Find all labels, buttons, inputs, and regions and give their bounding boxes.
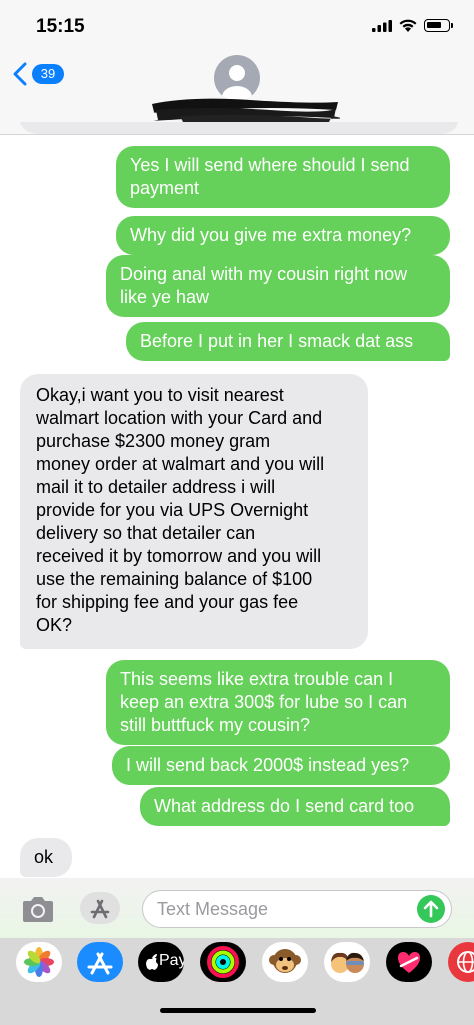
photos-app-button[interactable] bbox=[16, 942, 62, 982]
battery-tip bbox=[451, 23, 453, 28]
message-sent[interactable]: Before I put in her I smack dat ass bbox=[126, 322, 450, 361]
message-sent[interactable]: What address do I send card too bbox=[140, 787, 450, 826]
message-sent[interactable]: Yes I will send where should I send paym… bbox=[116, 146, 450, 208]
message-sent[interactable]: This seems like extra trouble can I keep… bbox=[106, 660, 450, 745]
app-store-icon bbox=[90, 899, 110, 919]
memoji-app-button[interactable] bbox=[324, 942, 370, 982]
status-bar: 15:15 bbox=[0, 0, 474, 52]
activity-app-button[interactable] bbox=[200, 942, 246, 982]
apple-pay-app-button[interactable]: Pay bbox=[138, 942, 184, 982]
cellular-signal-icon bbox=[372, 20, 392, 32]
compose-bar: Text Message bbox=[0, 878, 474, 938]
monkey-memoji-icon bbox=[269, 949, 301, 973]
message-sent[interactable]: Why did you give me extra money? bbox=[116, 216, 450, 255]
wifi-icon bbox=[399, 19, 417, 32]
digital-touch-icon bbox=[398, 952, 420, 973]
home-indicator[interactable] bbox=[160, 1008, 316, 1013]
animoji-app-button[interactable] bbox=[262, 942, 308, 982]
activity-icon bbox=[207, 946, 239, 978]
contact-avatar[interactable] bbox=[214, 55, 260, 101]
message-input-placeholder: Text Message bbox=[157, 899, 269, 919]
message-input[interactable]: Text Message bbox=[142, 890, 452, 928]
message-received[interactable]: ok bbox=[20, 838, 72, 877]
app-store-button[interactable] bbox=[80, 892, 120, 924]
message-sent[interactable]: Doing anal with my cousin right now like… bbox=[106, 255, 450, 317]
app-store-icon bbox=[87, 952, 113, 975]
imessage-app-drawer: Pay bbox=[0, 938, 474, 1025]
status-time: 15:15 bbox=[36, 16, 85, 37]
arrow-up-icon bbox=[423, 900, 439, 918]
app-store-app-button[interactable] bbox=[77, 942, 123, 982]
photos-icon bbox=[24, 947, 54, 977]
web-search-icon bbox=[457, 951, 474, 973]
web-search-app-button[interactable] bbox=[448, 942, 474, 982]
battery-icon bbox=[424, 19, 450, 32]
memoji-icon bbox=[331, 952, 364, 973]
message-received[interactable]: Okay,i want you to visit nearest walmart… bbox=[20, 374, 368, 649]
send-button[interactable] bbox=[417, 895, 445, 923]
message-sent[interactable]: I will send back 2000$ instead yes? bbox=[112, 746, 450, 785]
scrolled-message-edge bbox=[0, 122, 474, 136]
person-icon bbox=[222, 65, 252, 101]
chevron-left-icon bbox=[13, 62, 27, 86]
unread-count-badge: 39 bbox=[32, 64, 64, 84]
apple-pay-label: Pay bbox=[159, 952, 184, 969]
digital-touch-app-button[interactable] bbox=[386, 942, 432, 982]
camera-icon[interactable] bbox=[20, 896, 56, 924]
